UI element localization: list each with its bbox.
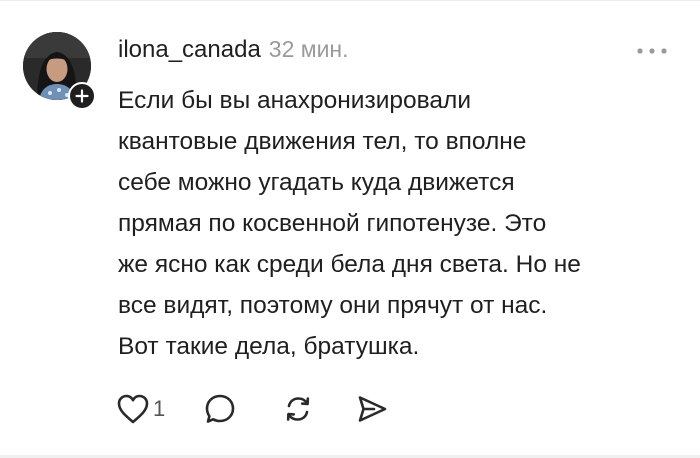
username[interactable]: ilona_canada <box>118 36 261 64</box>
like-button[interactable]: 1 <box>116 393 165 425</box>
comment-card: ilona_canada 32 мин. Если бы вы анахрони… <box>0 0 700 458</box>
repost-button[interactable] <box>281 392 315 426</box>
comment-bubble-icon <box>205 394 235 423</box>
repost-icon <box>287 397 310 421</box>
reply-button[interactable] <box>203 392 237 426</box>
timestamp: 32 мин. <box>268 36 349 62</box>
share-button[interactable] <box>355 392 389 426</box>
comment-text: Если бы вы анахронизировали квантовые дв… <box>118 87 581 360</box>
comment-header: ilona_canada 32 мин. <box>118 36 349 64</box>
avatar-container <box>23 32 96 110</box>
action-bar: 1 <box>116 389 389 429</box>
follow-button[interactable] <box>68 82 96 110</box>
send-icon <box>358 396 387 422</box>
like-count: 1 <box>153 396 166 421</box>
plus-icon <box>75 89 89 103</box>
more-dots-icon <box>637 48 667 54</box>
heart-icon <box>117 394 149 424</box>
more-options-button[interactable] <box>632 39 672 63</box>
